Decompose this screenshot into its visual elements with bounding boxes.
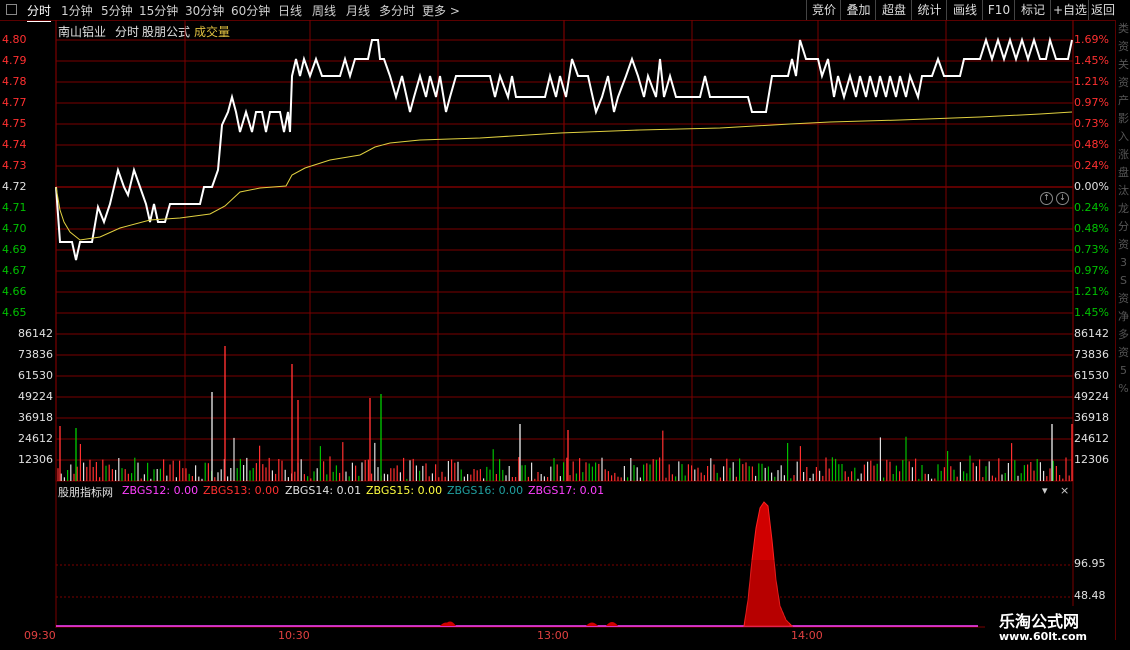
side-panel-text: S — [1120, 274, 1127, 287]
side-panel-text: 资 — [1118, 346, 1129, 359]
price-tick-label: 4.73 — [2, 159, 27, 172]
percent-tick-label: 0.00% — [1074, 180, 1109, 193]
price-tick-label: 4.74 — [2, 138, 27, 151]
volume-tick-label: 73836 — [1074, 348, 1109, 361]
indicator-axis-label: 48.48 — [1074, 589, 1106, 602]
indicator-dropdown-icon[interactable]: ▾ — [1042, 484, 1048, 497]
volume-tick-label: 24612 — [18, 432, 53, 445]
price-tick-label: 4.72 — [2, 180, 27, 193]
percent-tick-label: 0.24% — [1074, 201, 1109, 214]
volume-tick-label: 24612 — [1074, 432, 1109, 445]
side-panel-text: 类 — [1118, 22, 1129, 35]
price-tick-label: 4.77 — [2, 96, 27, 109]
side-panel-text: 关 — [1118, 58, 1129, 71]
volume-tick-label: 12306 — [1074, 453, 1109, 466]
volume-tick-label: 86142 — [1074, 327, 1109, 340]
volume-tick-label: 61530 — [1074, 369, 1109, 382]
side-panel-text: 资 — [1118, 292, 1129, 305]
zoom-up-icon[interactable]: ↑ — [1040, 192, 1053, 205]
indicator-axis-label: 96.95 — [1074, 557, 1106, 570]
indicator-value: ZBGS15: 0.00 — [366, 484, 443, 497]
price-tick-label: 4.71 — [2, 201, 27, 214]
percent-tick-label: 1.21% — [1074, 285, 1109, 298]
indicator-value: ZBGS12: 0.00 — [122, 484, 199, 497]
side-panel-text: % — [1118, 382, 1129, 395]
side-panel-text: 汰 — [1118, 184, 1129, 197]
price-tick-label: 4.78 — [2, 75, 27, 88]
side-panel-text: 涨 — [1118, 148, 1129, 161]
volume-tick-label: 73836 — [18, 348, 53, 361]
volume-tick-label: 12306 — [18, 453, 53, 466]
percent-tick-label: 0.48% — [1074, 222, 1109, 235]
indicator-bump — [444, 621, 456, 626]
time-label: 13:00 — [537, 629, 569, 642]
price-tick-label: 4.80 — [2, 33, 27, 46]
volume-tick-label: 36918 — [18, 411, 53, 424]
side-panel-text: 影 — [1118, 112, 1129, 125]
percent-tick-label: 0.24% — [1074, 159, 1109, 172]
percent-tick-label: 0.48% — [1074, 138, 1109, 151]
indicator-bump — [586, 622, 598, 626]
side-panel-text: 5 — [1120, 364, 1127, 377]
side-panel[interactable]: 类资关资产影入涨盘汰龙分资 3 S 资净多资 5% — [1115, 20, 1130, 640]
percent-tick-label: 0.73% — [1074, 117, 1109, 130]
side-panel-text: 入 — [1118, 130, 1129, 143]
side-panel-text: 龙 — [1118, 202, 1129, 215]
time-label: 09:30 — [24, 629, 56, 642]
price-tick-label: 4.69 — [2, 243, 27, 256]
side-panel-text: 3 — [1120, 256, 1127, 269]
price-tick-label: 4.79 — [2, 54, 27, 67]
chart-canvas[interactable] — [0, 0, 1115, 650]
indicator-bump — [606, 622, 618, 626]
percent-tick-label: 1.45% — [1074, 306, 1109, 319]
percent-tick-label: 1.45% — [1074, 54, 1109, 67]
indicator-value: ZBGS17: 0.01 — [528, 484, 605, 497]
percent-tick-label: 1.69% — [1074, 33, 1109, 46]
percent-tick-label: 1.21% — [1074, 75, 1109, 88]
watermark: 乐淘公式网 www.60lt.com — [985, 606, 1115, 644]
watermark-url: www.60lt.com — [999, 630, 1088, 643]
volume-tick-label: 61530 — [18, 369, 53, 382]
side-panel-text: 分 — [1118, 220, 1129, 233]
percent-tick-label: 0.97% — [1074, 264, 1109, 277]
side-panel-text: 净 — [1118, 310, 1129, 323]
side-panel-text: 资 — [1118, 40, 1129, 53]
price-tick-label: 4.70 — [2, 222, 27, 235]
side-panel-text: 资 — [1118, 238, 1129, 251]
side-panel-text: 多 — [1118, 328, 1129, 341]
side-panel-text: 资 — [1118, 76, 1129, 89]
volume-tick-label: 36918 — [1074, 411, 1109, 424]
volume-tick-label: 86142 — [18, 327, 53, 340]
indicator-close-icon[interactable]: × — [1060, 484, 1069, 497]
indicator-value: ZBGS14: 0.01 — [285, 484, 362, 497]
indicator-value: ZBGS16: 0.00 — [447, 484, 524, 497]
time-label: 10:30 — [278, 629, 310, 642]
volume-tick-label: 49224 — [1074, 390, 1109, 403]
price-tick-label: 4.67 — [2, 264, 27, 277]
side-panel-text: 盘 — [1118, 166, 1129, 179]
price-tick-label: 4.65 — [2, 306, 27, 319]
price-tick-label: 4.75 — [2, 117, 27, 130]
percent-tick-label: 0.73% — [1074, 243, 1109, 256]
volume-tick-label: 49224 — [18, 390, 53, 403]
indicator-source: 股朋指标网 — [58, 486, 113, 499]
watermark-title: 乐淘公式网 — [999, 612, 1080, 631]
percent-tick-label: 0.97% — [1074, 96, 1109, 109]
side-panel-text: 产 — [1118, 94, 1129, 107]
time-label: 14:00 — [791, 629, 823, 642]
price-tick-label: 4.66 — [2, 285, 27, 298]
zoom-down-icon[interactable]: ↓ — [1056, 192, 1069, 205]
indicator-value: ZBGS13: 0.00 — [203, 484, 280, 497]
